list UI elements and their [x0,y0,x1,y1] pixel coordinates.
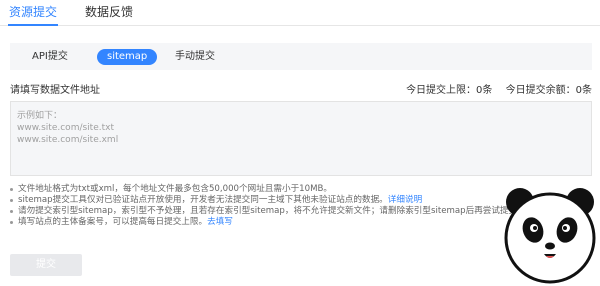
note-text: 文件地址格式为txt或xml，每个地址文件最多包含50,000个网址且需小于10… [18,184,333,194]
quota-remaining: 今日提交余额：0条 [505,85,592,96]
note-item: 填写站点的主体备案号，可以提高每日提交上限。去填写 [10,217,526,228]
note-text: 填写站点的主体备案号，可以提高每日提交上限。 [18,217,208,227]
quota-info: 今日提交上限：0条 今日提交余额：0条 [406,81,592,96]
submit-method-tabs: API提交 sitemap 手动提交 [10,43,592,70]
quota-limit: 今日提交上限：0条 [406,85,493,96]
url-field-label: 请填写数据文件地址 [10,85,100,96]
tab-manual-submit[interactable]: 手动提交 [175,49,215,65]
note-text: 请勿提交索引型sitemap，索引型不予处理，且若存在索引型sitemap，将不… [18,206,526,216]
tab-sitemap[interactable]: sitemap [97,49,158,65]
panda-mascot-icon [504,188,596,284]
notes-list: 文件地址格式为txt或xml，每个地址文件最多包含50,000个网址且需小于10… [10,184,526,228]
url-input-placeholder: 示例如下： www.site.com/site.txt www.site.com… [17,111,119,145]
note-item: 请勿提交索引型sitemap，索引型不予处理，且若存在索引型sitemap，将不… [10,206,526,217]
note-text: sitemap提交工具仅对已验证站点开放使用，开发者无法提交同一主域下其他未验证… [18,195,388,205]
sitemap-url-input[interactable]: 示例如下： www.site.com/site.txt www.site.com… [10,101,592,176]
details-link[interactable]: 详细说明 [388,195,422,205]
tab-api-submit[interactable]: API提交 [32,49,68,65]
note-item: 文件地址格式为txt或xml，每个地址文件最多包含50,000个网址且需小于10… [10,184,526,195]
top-tab-bar: 资源提交 数据反馈 [0,0,600,26]
note-item: sitemap提交工具仅对已验证站点开放使用，开发者无法提交同一主域下其他未验证… [10,195,526,206]
tab-data-feedback[interactable]: 数据反馈 [85,3,133,20]
fill-in-link[interactable]: 去填写 [207,217,233,227]
tab-resource-submit[interactable]: 资源提交 [7,3,59,26]
submit-button[interactable]: 提交 [10,254,82,276]
